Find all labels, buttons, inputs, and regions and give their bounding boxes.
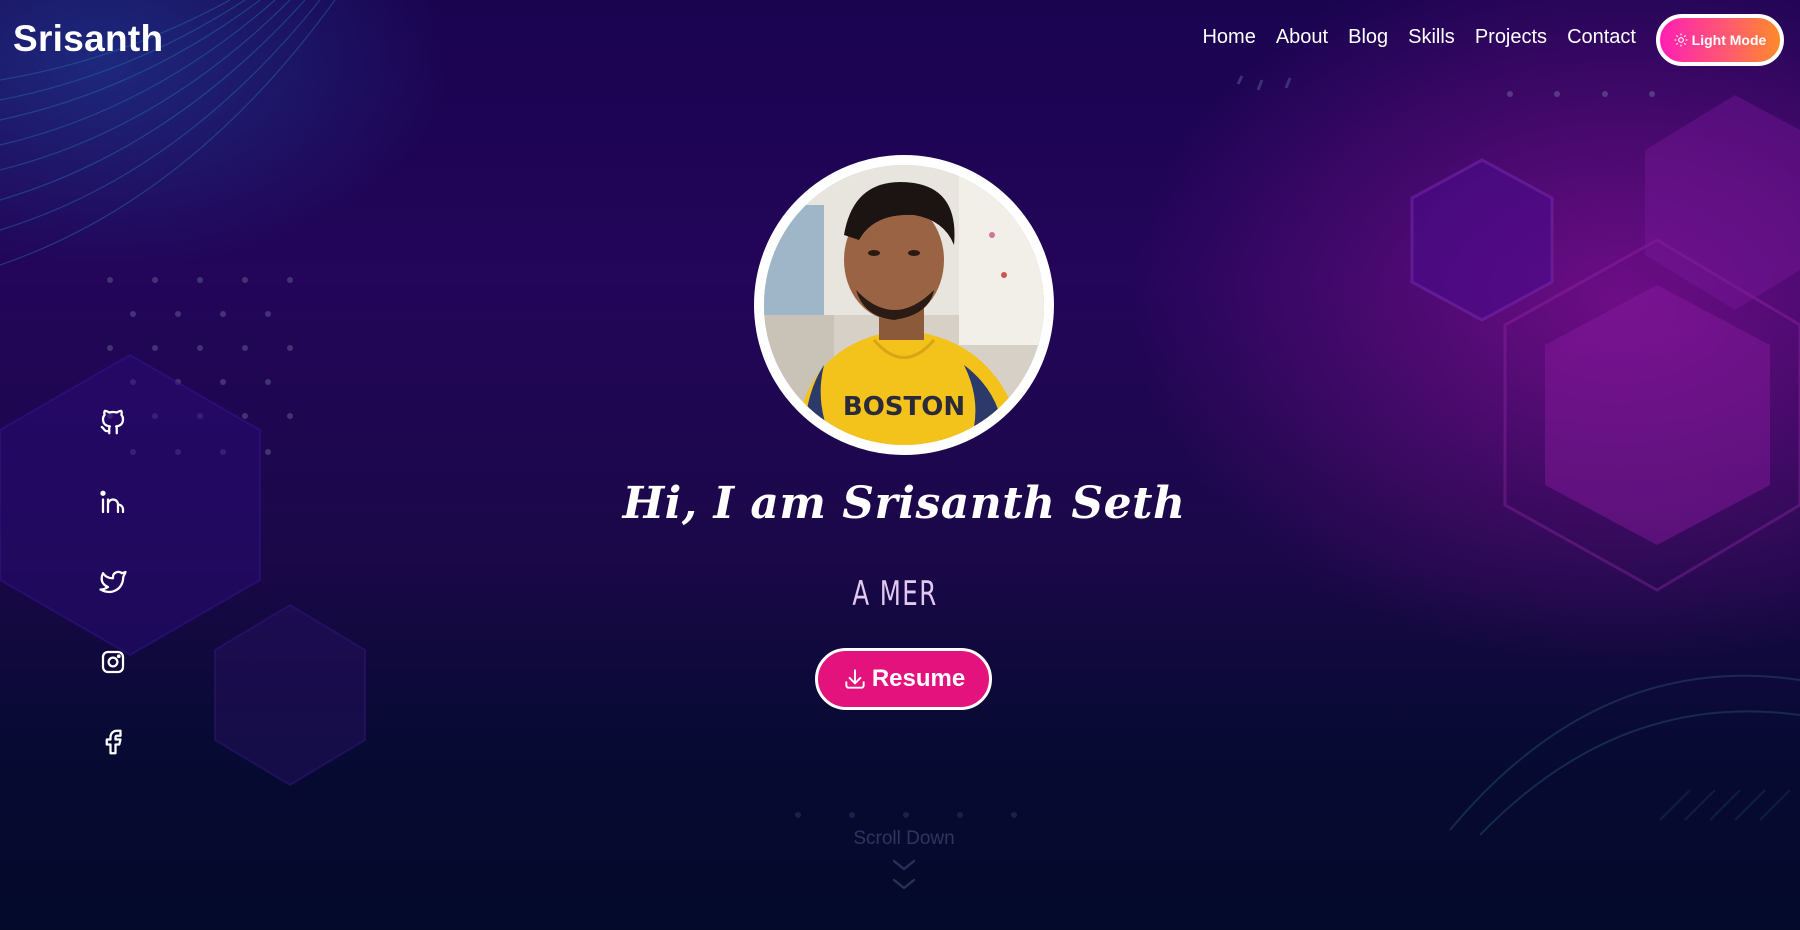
nav-link-about[interactable]: About	[1276, 26, 1328, 49]
nav-link-home[interactable]: Home	[1202, 26, 1255, 49]
instagram-icon	[101, 650, 125, 674]
light-mode-label: Light Mode	[1691, 32, 1767, 48]
resume-button[interactable]: Resume	[815, 648, 992, 710]
facebook-icon	[105, 729, 122, 755]
twitter-link[interactable]	[96, 565, 130, 599]
navbar: Srisanth Home About Blog Skills Projects…	[0, 0, 1800, 80]
nav-link-blog[interactable]: Blog	[1348, 26, 1388, 49]
linkedin-icon	[100, 490, 125, 514]
resume-label: Resume	[871, 665, 966, 692]
logo[interactable]: Srisanth	[13, 18, 163, 60]
download-icon	[845, 669, 865, 689]
linkedin-link[interactable]	[96, 485, 130, 519]
hoodie-print: BOSTON	[843, 392, 965, 422]
light-mode-button[interactable]: Light Mode	[1656, 14, 1784, 66]
twitter-icon	[99, 570, 127, 594]
nav-link-projects[interactable]: Projects	[1475, 26, 1547, 49]
instagram-link[interactable]	[96, 645, 130, 679]
typed-role-text: A MER	[852, 574, 938, 614]
sun-icon	[1674, 33, 1688, 47]
profile-photo: BOSTON	[754, 155, 1054, 455]
scroll-down-link[interactable]: Scroll Down	[800, 828, 1008, 850]
chevron-down-icon[interactable]	[890, 856, 918, 896]
background-decoration	[0, 0, 1800, 836]
nav-link-skills[interactable]: Skills	[1408, 26, 1455, 49]
facebook-link[interactable]	[96, 725, 130, 759]
github-icon	[100, 409, 125, 435]
hero-greeting: Hi, I am Srisanth Seth	[622, 478, 1186, 529]
nav-links: Home About Blog Skills Projects Contact	[1202, 26, 1636, 49]
profile-photo-illustration: BOSTON	[764, 165, 1044, 445]
github-link[interactable]	[96, 405, 130, 439]
nav-link-contact[interactable]: Contact	[1567, 26, 1636, 49]
